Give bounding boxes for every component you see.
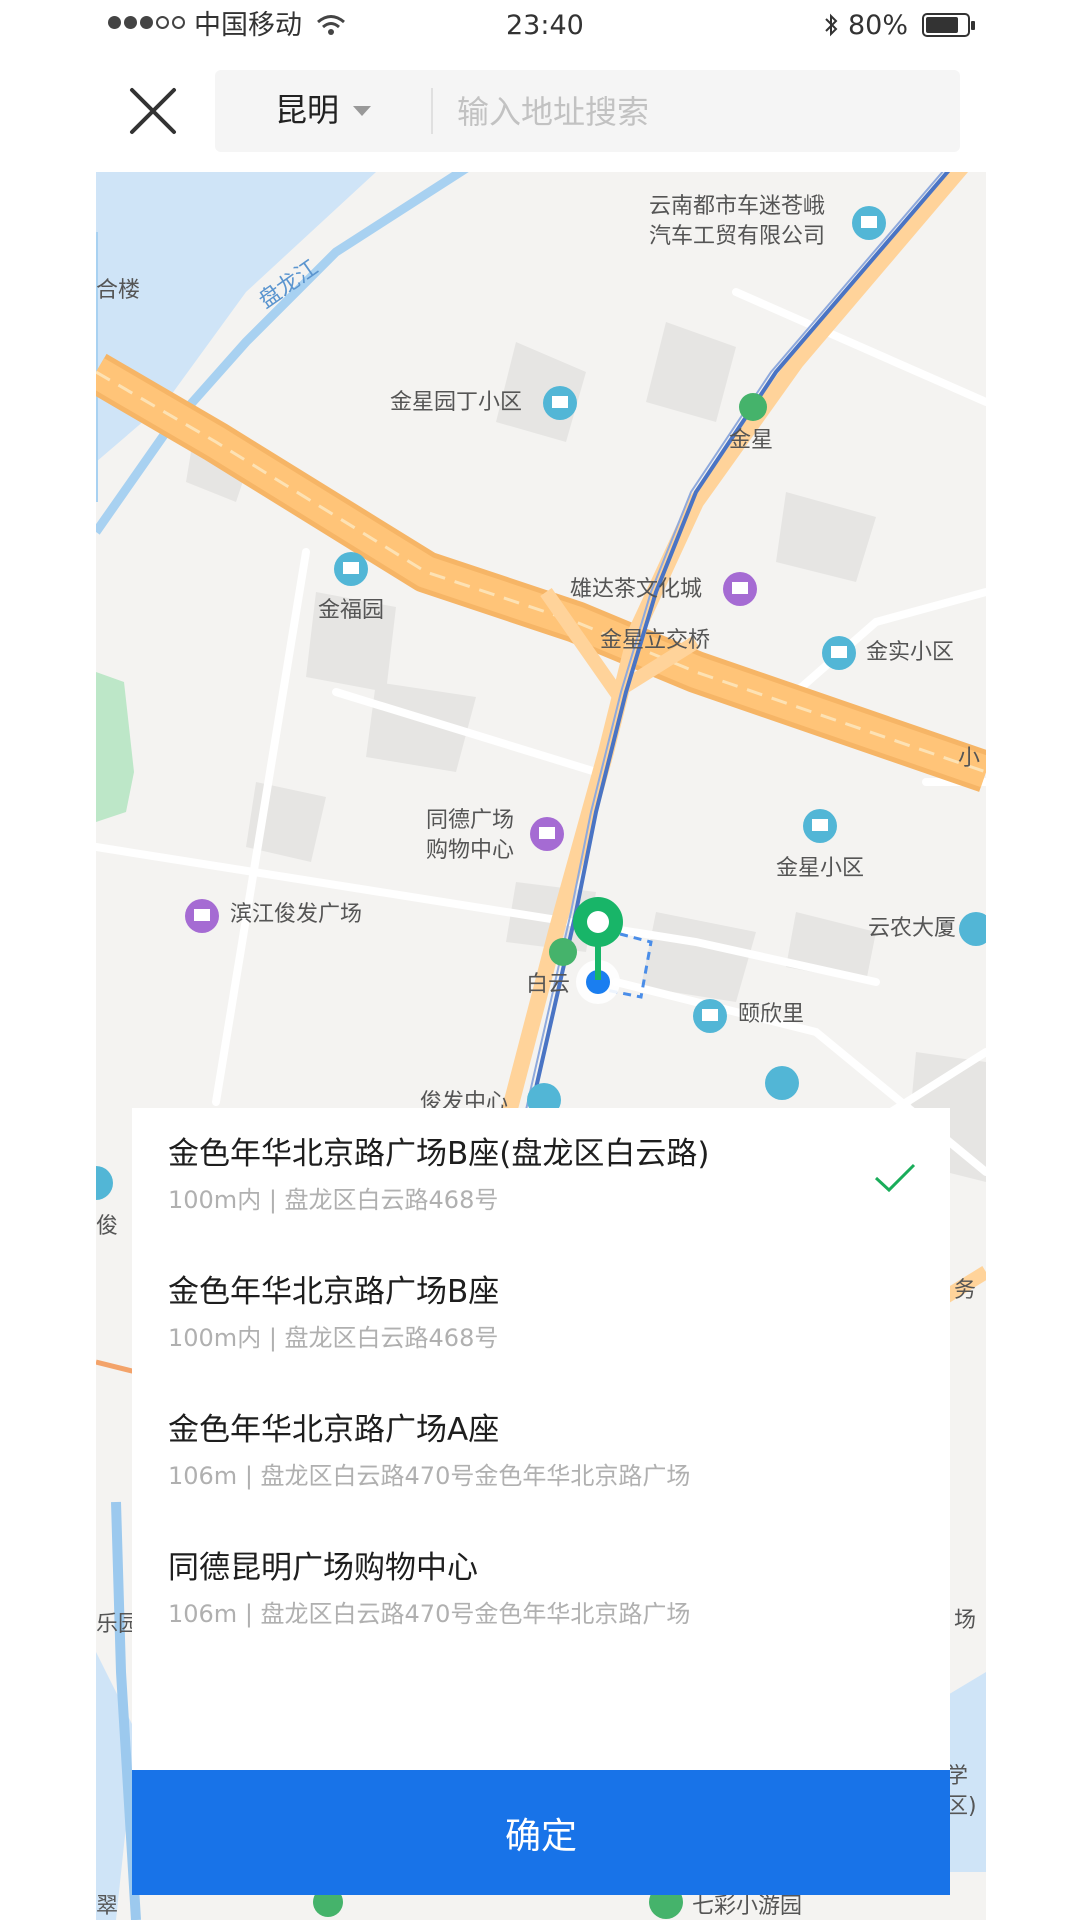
address-detail: 106m | 盘龙区白云路470号金色年华北京路广场: [168, 1462, 691, 1490]
map-poi-label: 汽车工贸有限公司: [649, 224, 826, 249]
confirm-button[interactable]: 确定: [132, 1770, 950, 1895]
signal-dots-icon: [108, 16, 185, 29]
bluetooth-icon: [825, 13, 838, 37]
map-poi-label: 雄达茶文化城: [570, 577, 703, 602]
map-poi-label: 购物中心: [426, 838, 515, 863]
address-detail: 100m内 | 盘龙区白云路468号: [168, 1324, 499, 1352]
address-title: 金色年华北京路广场A座: [168, 1412, 500, 1448]
search-divider: [431, 88, 433, 134]
search-bar: 昆明: [215, 70, 960, 152]
address-title: 金色年华北京路广场B座(盘龙区白云路): [168, 1136, 710, 1172]
map-poi-label: 云南都市车迷苍峨: [649, 194, 826, 219]
map-station-label: 白云: [526, 972, 571, 997]
map-poi-label: 场: [954, 1608, 977, 1633]
map-poi-label: 小: [958, 746, 981, 771]
city-selector[interactable]: 昆明: [275, 90, 339, 130]
address-option[interactable]: 同德昆明广场购物中心 106m | 盘龙区白云路470号金色年华北京路广场: [132, 1522, 950, 1660]
checkmark-icon: [874, 1163, 916, 1193]
address-option[interactable]: 金色年华北京路广场A座 106m | 盘龙区白云路470号金色年华北京路广场: [132, 1384, 950, 1522]
chevron-down-icon[interactable]: [353, 106, 371, 116]
map-poi-label: 云农大厦: [868, 916, 957, 941]
address-title: 同德昆明广场购物中心: [168, 1550, 478, 1586]
status-bar: 中国移动 23:40 80%: [96, 0, 984, 52]
battery-icon: [922, 13, 975, 37]
map-poi-label: 金星小区: [776, 856, 865, 881]
address-detail: 100m内 | 盘龙区白云路468号: [168, 1186, 499, 1214]
map-poi-label: 金实小区: [866, 640, 955, 665]
map-poi-label: 务: [954, 1278, 977, 1303]
address-option[interactable]: 金色年华北京路广场B座 100m内 | 盘龙区白云路468号: [132, 1246, 950, 1384]
map-poi-label: 颐欣里: [738, 1002, 805, 1027]
map-poi-label: 翠: [96, 1894, 119, 1919]
address-title: 金色年华北京路广场B座: [168, 1274, 500, 1310]
map-poi-label: 金福园: [318, 598, 385, 623]
map-poi-label: 金星立交桥: [600, 628, 711, 653]
clock: 23:40: [506, 10, 584, 41]
map-poi-label: 合楼: [96, 278, 141, 303]
battery-percent: 80%: [848, 10, 909, 41]
map-poi-label: 同德广场: [426, 808, 515, 833]
map-poi-label: 滨江俊发广场: [230, 902, 363, 927]
wifi-icon: [317, 15, 345, 35]
map-station-label: 金星: [729, 428, 774, 453]
map-poi-label: 金星园丁小区: [390, 390, 523, 415]
address-results-panel: 金色年华北京路广场B座(盘龙区白云路) 100m内 | 盘龙区白云路468号 金…: [132, 1108, 950, 1895]
search-input[interactable]: [455, 86, 939, 138]
carrier-label: 中国移动: [194, 10, 302, 41]
map-poi-label: 俊: [96, 1214, 119, 1239]
map-poi-label: 七彩小游园: [692, 1894, 803, 1919]
address-detail: 106m | 盘龙区白云路470号金色年华北京路广场: [168, 1600, 691, 1628]
map-poi-label: 区): [946, 1794, 977, 1819]
address-option[interactable]: 金色年华北京路广场B座(盘龙区白云路) 100m内 | 盘龙区白云路468号: [132, 1108, 950, 1246]
close-icon[interactable]: [126, 84, 182, 140]
